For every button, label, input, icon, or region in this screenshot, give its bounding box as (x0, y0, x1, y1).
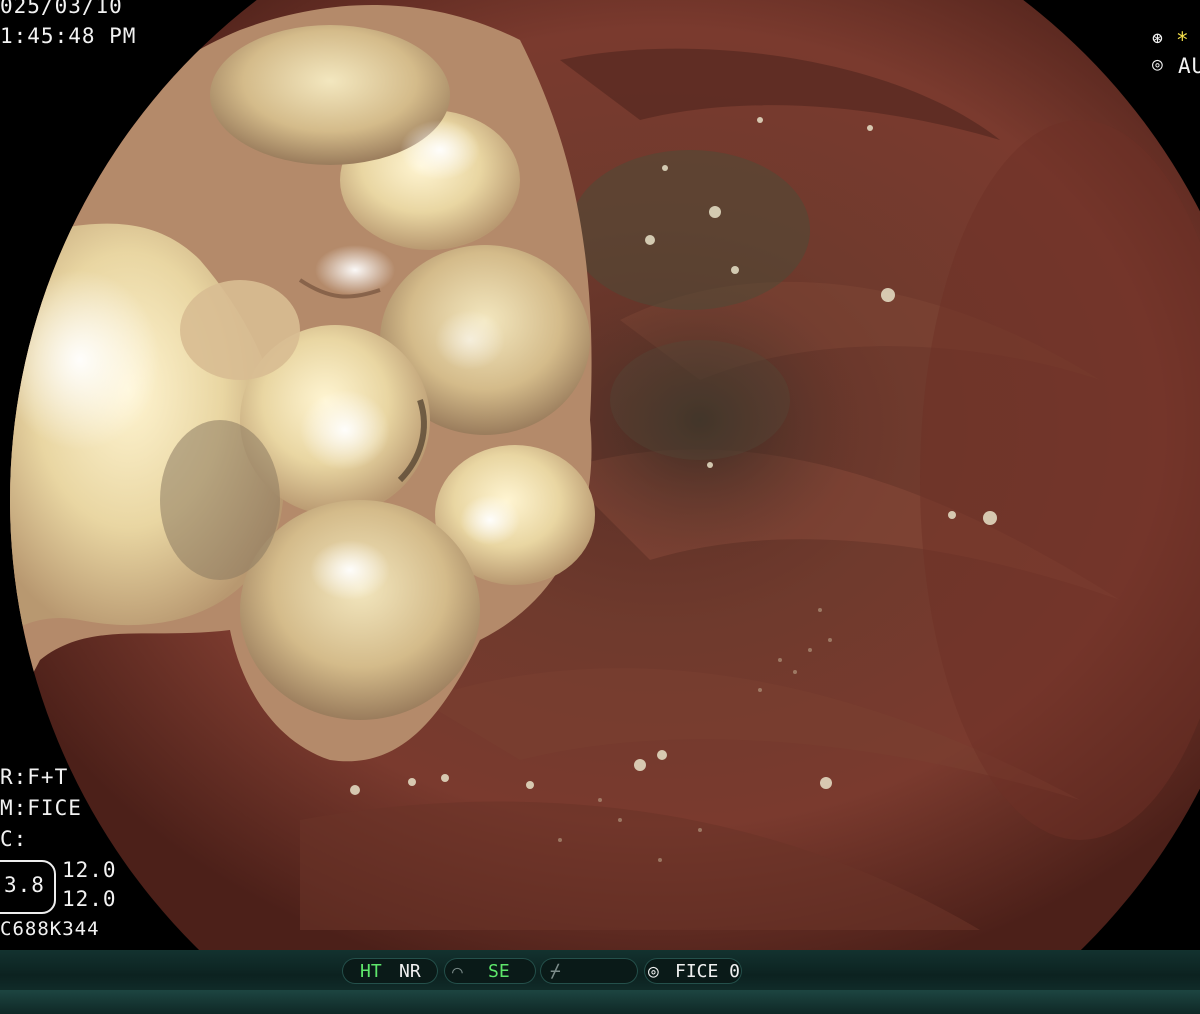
fice-icon: ◎ (648, 961, 659, 982)
osd-param-bottom: 12.0 (62, 887, 117, 911)
fice-label: FICE 0 (675, 961, 741, 982)
osd-star: * (1176, 28, 1190, 52)
osd-param-top: 12.0 (62, 858, 117, 882)
nr-label: NR (399, 961, 421, 982)
osd-time: 1:45:48 PM (0, 24, 137, 48)
se-pill: ⌒ SE (444, 958, 536, 984)
osd-c-label: C: (0, 827, 28, 851)
fice-pill: ◎ FICE 0 (644, 958, 742, 984)
slash-icon: ⌿ (550, 961, 561, 982)
status-bar: HT NR ⌒ SE ⌿ ◎ FICE 0 (0, 950, 1200, 1014)
status-bar-stripe (0, 990, 1200, 1014)
blank-pill: ⌿ (540, 958, 638, 984)
ht-nr-pill: HT NR (342, 958, 438, 984)
structure-enhance-icon: ⌒ (452, 961, 463, 982)
ht-label: HT (360, 961, 382, 982)
osd-scope-id: C688K344 (0, 918, 100, 940)
osd-auto-mode: AU (1178, 54, 1200, 78)
endoscopic-image (10, 0, 1200, 950)
osd-structure: R:F+T (0, 765, 69, 789)
osd-mode: M:FICE (0, 796, 82, 820)
se-label: SE (488, 961, 510, 982)
osd-date: 025/03/10 (0, 0, 123, 18)
iris-icon: ◎ (1152, 54, 1164, 75)
settings-icon: ⊛ (1152, 28, 1164, 49)
osd-zoom-value: 3.8 (4, 873, 45, 897)
